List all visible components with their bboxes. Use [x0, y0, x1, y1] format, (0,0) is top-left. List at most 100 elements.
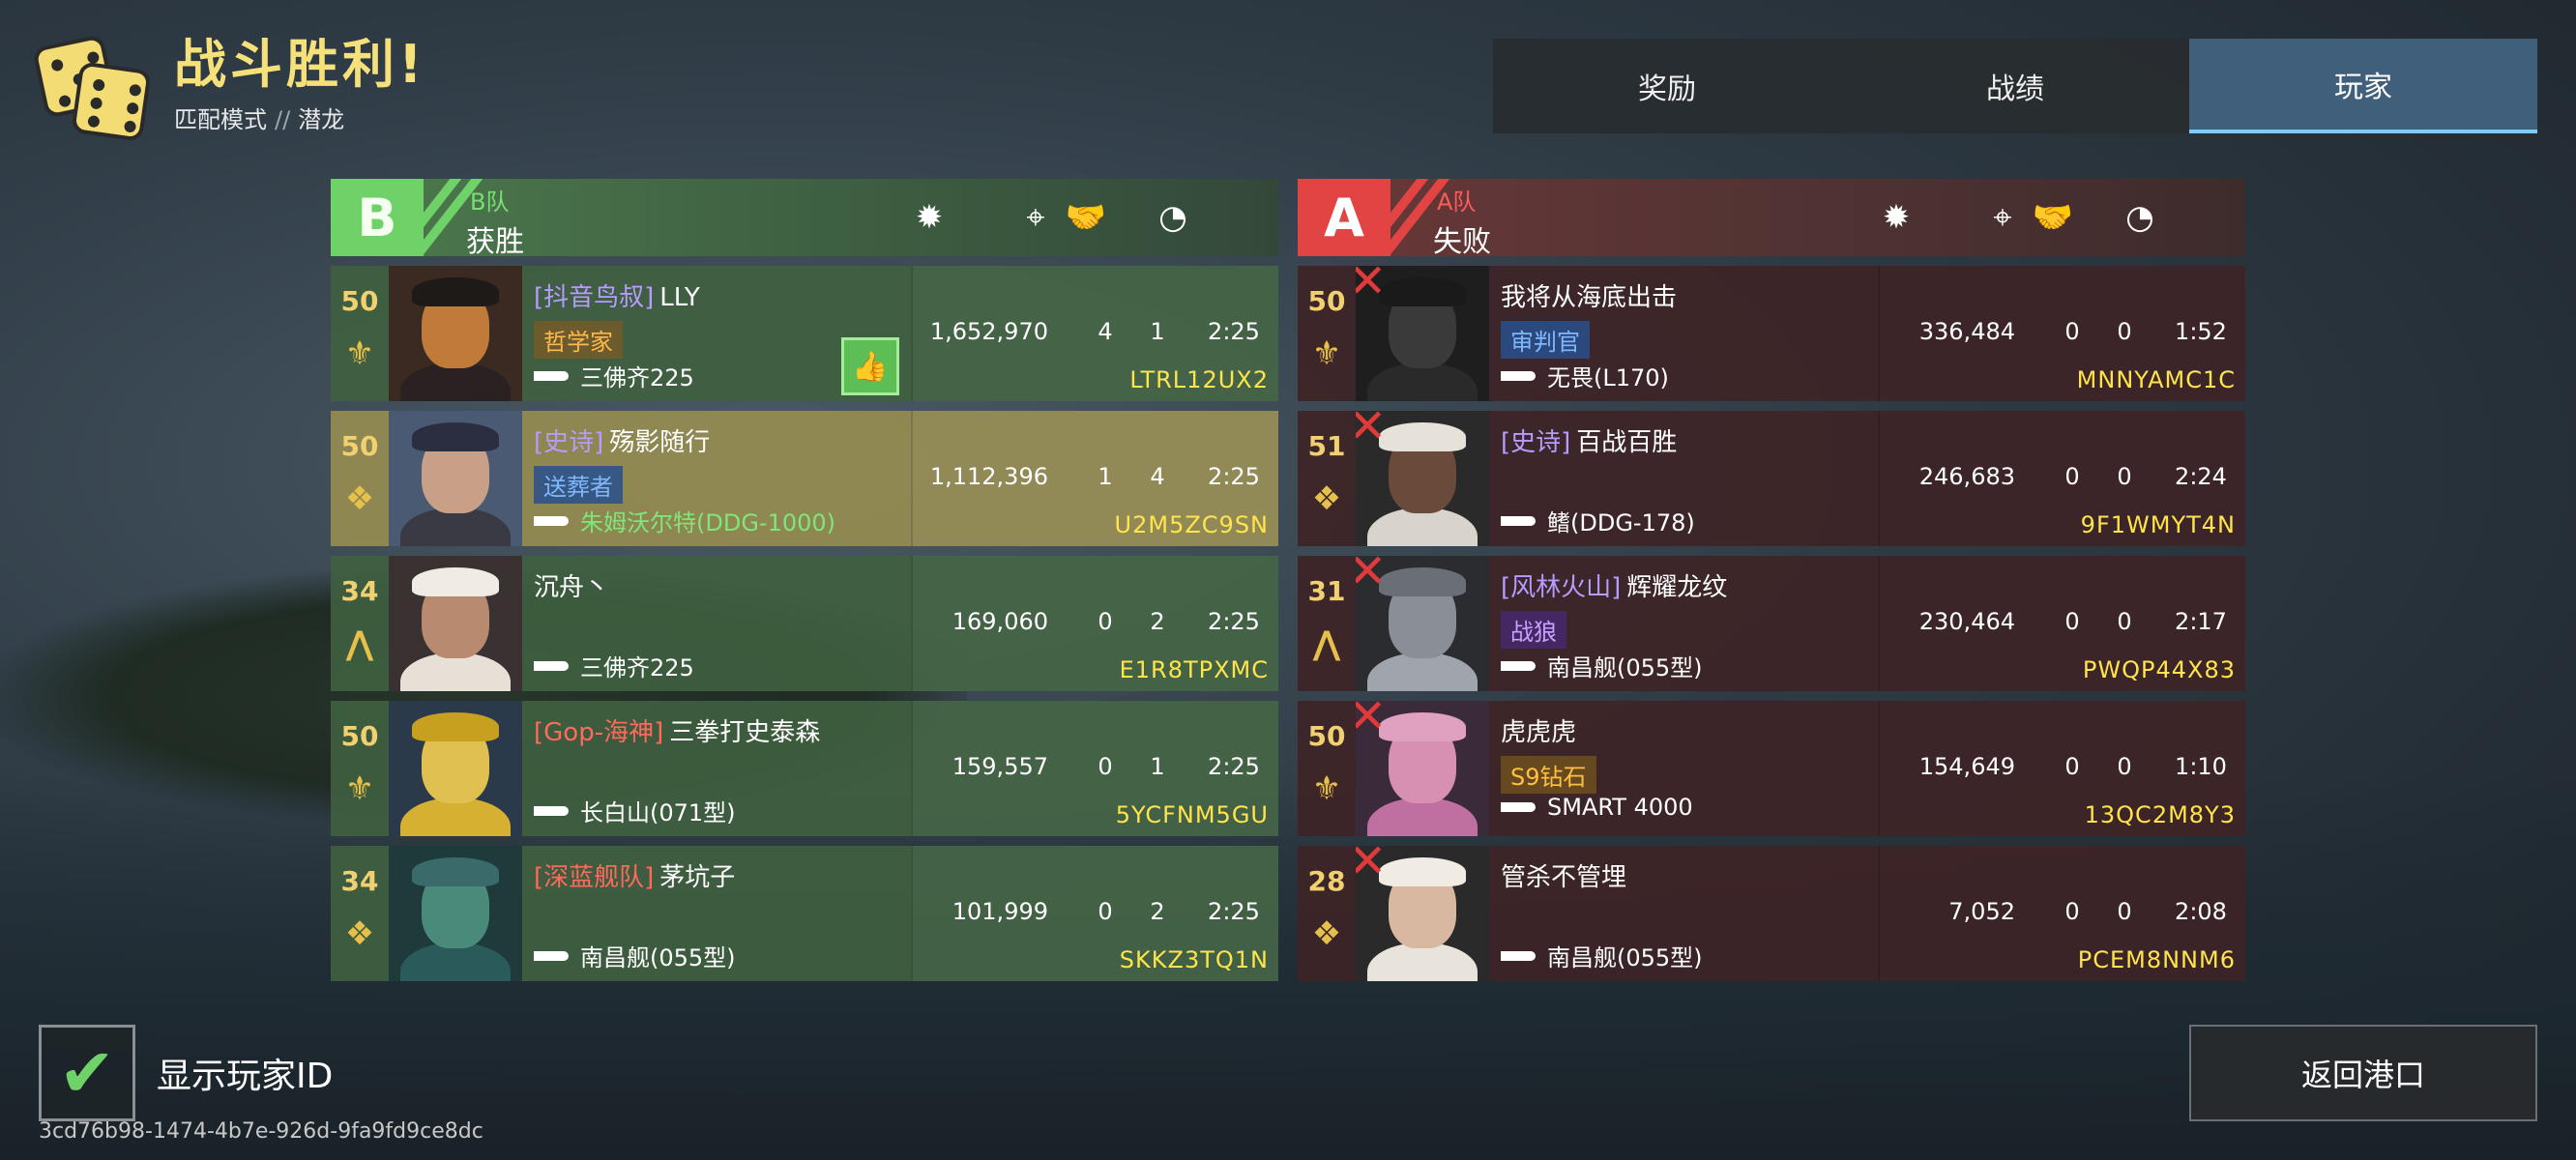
player-name-line: [史诗] 殇影随行	[534, 422, 899, 458]
damage-value: 1,112,396	[929, 463, 1048, 490]
player-info: [风林火山] 辉耀龙纹 战狼 南昌舰(055型)	[1489, 556, 1878, 691]
player-info: [史诗] 殇影随行 送葬者 朱姆沃尔特(DDG-1000)	[522, 411, 911, 546]
avatar[interactable]	[389, 846, 522, 981]
ship-name: 三佛齐225	[580, 364, 694, 392]
player-level: 51 ❖	[1298, 411, 1356, 546]
player-ship: SMART 4000	[1501, 794, 1693, 821]
rank-icon: ❖	[1311, 479, 1342, 518]
level-value: 34	[340, 575, 379, 607]
kill-icon: ⌖	[1993, 198, 2012, 237]
team-a-panel: A A队 失败 ✹ ⌖ 🤝 ◔ 50 ⚜ ✕ 我将从海底出击 审判官 无畏(L1…	[1298, 179, 2245, 991]
battle-result-header: 战斗胜利! 匹配模式 // 潜龙	[32, 34, 426, 142]
avatar[interactable]: ✕	[1356, 411, 1489, 546]
kills-value: 0	[1098, 608, 1113, 635]
kills-value: 0	[2064, 608, 2080, 635]
player-name: 虎虎虎	[1501, 718, 1577, 747]
time-value: 1:10	[2175, 753, 2227, 780]
player-name-line: 沉舟丶	[534, 567, 899, 603]
damage-value: 169,060	[951, 608, 1048, 635]
player-ship: 无畏(L170)	[1501, 359, 1669, 392]
player-name: 辉耀龙纹	[1626, 573, 1728, 602]
player-name-line: 我将从海底出击	[1501, 277, 1866, 313]
avatar[interactable]: ✕	[1356, 701, 1489, 836]
player-name: 沉舟丶	[534, 573, 610, 602]
level-value: 50	[1307, 720, 1346, 752]
player-clan-tag: [风林火山]	[1501, 573, 1622, 602]
team-b-header: B B队 获胜 ✹ ⌖ 🤝 ◔	[331, 179, 1278, 259]
level-value: 51	[1307, 430, 1346, 462]
avatar[interactable]	[389, 556, 522, 691]
level-value: 31	[1307, 575, 1346, 607]
assists-value: 0	[2117, 463, 2132, 490]
player-row[interactable]: 28 ❖ ✕ 管杀不管埋 南昌舰(055型) 7,052 0 0 2:08 PC…	[1298, 846, 2245, 981]
ship-name: 三佛齐225	[580, 654, 694, 682]
player-row[interactable]: 50 ⚜ [抖音鸟叔] LLY 哲学家 三佛齐225 👍 1,652,970 4…	[331, 266, 1278, 401]
player-id: 5YCFNM5GU	[1115, 801, 1269, 828]
player-name: 百战百胜	[1576, 428, 1678, 457]
time-value: 2:25	[1208, 318, 1260, 345]
team-a-result: 失败	[1433, 225, 1491, 259]
player-title-badge: 哲学家	[534, 321, 623, 359]
level-value: 50	[340, 430, 379, 462]
player-level: 31 ⋀	[1298, 556, 1356, 691]
show-id-checkbox[interactable]: ✔	[39, 1025, 135, 1121]
rank-icon: ⚜	[344, 769, 375, 808]
player-row[interactable]: 31 ⋀ ✕ [风林火山] 辉耀龙纹 战狼 南昌舰(055型) 230,464 …	[1298, 556, 2245, 691]
avatar[interactable]	[389, 266, 522, 401]
player-id: U2M5ZC9SN	[1114, 511, 1269, 538]
player-clan-tag: [Gop-海神]	[534, 718, 664, 747]
player-level: 34 ❖	[331, 846, 389, 981]
player-id: E1R8TPXMC	[1119, 656, 1269, 683]
ship-icon	[534, 515, 569, 526]
time-icon: ◔	[1158, 198, 1187, 237]
avatar[interactable]: ✕	[1356, 266, 1489, 401]
player-row[interactable]: 50 ❖ [史诗] 殇影随行 送葬者 朱姆沃尔特(DDG-1000) 1,112…	[331, 411, 1278, 546]
ship-name: SMART 4000	[1547, 794, 1693, 821]
assists-value: 1	[1150, 753, 1165, 780]
kills-value: 0	[2064, 463, 2080, 490]
avatar[interactable]: ✕	[1356, 846, 1489, 981]
show-player-id-toggle[interactable]: ✔ 显示玩家ID	[39, 1025, 333, 1121]
avatar[interactable]	[389, 701, 522, 836]
rank-icon: ❖	[344, 914, 375, 953]
ship-icon	[1501, 515, 1536, 526]
tab-rewards[interactable]: 奖励	[1493, 39, 1841, 133]
ship-icon	[534, 370, 569, 381]
ship-name: 朱姆沃尔特(DDG-1000)	[580, 509, 836, 536]
tab-stats[interactable]: 战绩	[1841, 39, 2189, 133]
player-row[interactable]: 34 ❖ [深蓝舰队] 茅坑子 南昌舰(055型) 101,999 0 2 2:…	[331, 846, 1278, 981]
rank-icon: ⋀	[1312, 624, 1341, 663]
player-row[interactable]: 51 ❖ ✕ [史诗] 百战百胜 鳍(DDG-178) 246,683 0 0 …	[1298, 411, 2245, 546]
assists-value: 2	[1150, 898, 1165, 925]
damage-value: 7,052	[1948, 898, 2015, 925]
return-to-port-button[interactable]: 返回港口	[2189, 1025, 2537, 1121]
kill-icon: ⌖	[1026, 198, 1045, 237]
team-b-label: B队	[470, 188, 510, 216]
avatar[interactable]: ✕	[1356, 556, 1489, 691]
level-value: 50	[1307, 285, 1346, 317]
dice-logo-icon	[32, 34, 152, 142]
time-icon: ◔	[2125, 198, 2154, 237]
player-row[interactable]: 50 ⚜ ✕ 我将从海底出击 审判官 无畏(L170) 336,484 0 0 …	[1298, 266, 2245, 401]
player-title-badge: 审判官	[1501, 321, 1590, 359]
player-info: 沉舟丶 三佛齐225	[522, 556, 911, 691]
ship-name: 南昌舰(055型)	[580, 944, 736, 972]
time-value: 2:25	[1208, 898, 1260, 925]
tab-players[interactable]: 玩家	[2189, 39, 2537, 133]
damage-value: 336,484	[1918, 318, 2015, 345]
player-name-line: [抖音鸟叔] LLY	[534, 277, 899, 313]
avatar[interactable]	[389, 411, 522, 546]
team-a-label: A队	[1437, 188, 1477, 216]
player-row[interactable]: 34 ⋀ 沉舟丶 三佛齐225 169,060 0 2 2:25 E1R8TPX…	[331, 556, 1278, 691]
player-ship: 三佛齐225	[534, 649, 694, 682]
defeated-x-icon: ✕	[1356, 846, 1388, 888]
kills-value: 4	[1098, 318, 1113, 345]
player-stats: 169,060 0 2 2:25 E1R8TPXMC	[911, 556, 1278, 691]
like-icon[interactable]: 👍	[841, 337, 899, 395]
player-row[interactable]: 50 ⚜ [Gop-海神] 三拳打史泰森 长白山(071型) 159,557 0…	[331, 701, 1278, 836]
ship-icon	[1501, 660, 1536, 671]
ship-icon	[1501, 370, 1536, 381]
player-row[interactable]: 50 ⚜ ✕ 虎虎虎 S9钻石 SMART 4000 154,649 0 0 1…	[1298, 701, 2245, 836]
player-info: 虎虎虎 S9钻石 SMART 4000	[1489, 701, 1878, 836]
damage-value: 154,649	[1918, 753, 2015, 780]
